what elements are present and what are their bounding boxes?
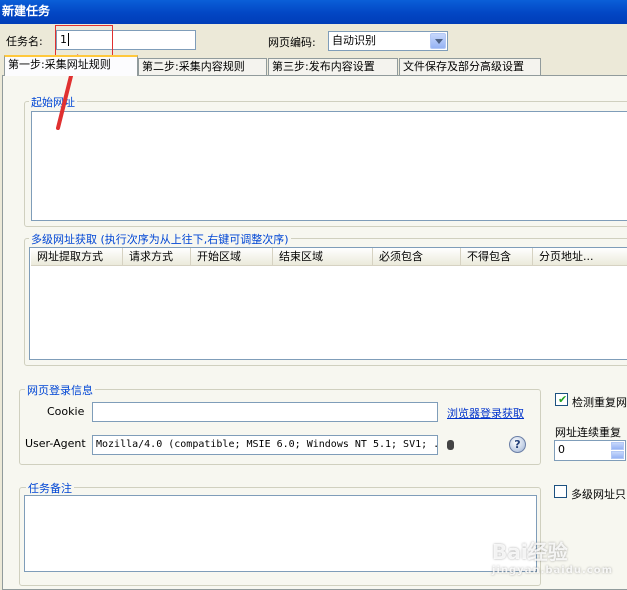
cookie-label: Cookie — [47, 405, 85, 418]
column-header-label: 不得包含 — [467, 250, 511, 263]
tab-step2-label: 第二步:采集内容规则 — [142, 60, 245, 73]
window-title: 新建任务 — [2, 4, 51, 18]
multi-level-title: 多级网址获取 (执行次序为从上往下,右键可调整次序) — [29, 231, 291, 247]
consecutive-value: 0 — [558, 443, 565, 456]
chevron-down-icon[interactable] — [430, 33, 446, 49]
consecutive-stepper[interactable]: 0 — [554, 440, 626, 461]
multi-level-only-label: 多级网址只 — [571, 488, 626, 501]
help-icon[interactable]: ? — [509, 436, 526, 453]
watermark-subtext: jingyan.baidu.com — [492, 565, 613, 576]
encoding-select[interactable]: 自动识别 — [328, 31, 448, 51]
watermark-logo: Bai经验 jingyan.baidu.com — [492, 536, 613, 576]
tab-step1-label: 第一步:采集网址规则 — [8, 58, 111, 71]
useragent-input[interactable]: Mozilla/4.0 (compatible; MSIE 6.0; Windo… — [92, 435, 438, 455]
column-header-label: 请求方式 — [129, 250, 173, 263]
useragent-picker-icon[interactable] — [447, 440, 454, 450]
column-header[interactable]: 分页地址... — [533, 248, 627, 265]
column-header-label: 结束区域 — [279, 250, 323, 263]
column-header-label: 分页地址... — [539, 250, 594, 263]
column-header[interactable]: 结束区域 — [273, 248, 373, 265]
column-header[interactable]: 开始区域 — [191, 248, 273, 265]
notes-textarea[interactable] — [24, 495, 537, 572]
encoding-label: 网页编码: — [268, 36, 316, 49]
start-urls-list[interactable] — [31, 111, 627, 221]
cookie-input[interactable] — [92, 402, 438, 422]
window-titlebar: 新建任务 — [0, 0, 627, 24]
useragent-label: User-Agent — [25, 437, 86, 450]
login-title: 网页登录信息 — [25, 382, 95, 398]
tab-advanced[interactable]: 文件保存及部分高级设置 — [399, 58, 541, 75]
tab-step2[interactable]: 第二步:采集内容规则 — [138, 58, 267, 75]
notes-title: 任务备注 — [26, 480, 74, 496]
encoding-value: 自动识别 — [332, 34, 376, 47]
task-name-label: 任务名: — [6, 35, 43, 48]
column-header-label: 开始区域 — [197, 250, 241, 263]
column-header-label: 必须包含 — [379, 250, 423, 263]
tab-advanced-label: 文件保存及部分高级设置 — [403, 60, 524, 73]
useragent-value: Mozilla/4.0 (compatible; MSIE 6.0; Windo… — [96, 439, 438, 450]
column-header-label: 网址提取方式 — [37, 250, 103, 263]
column-header[interactable]: 不得包含 — [461, 248, 533, 265]
tab-step3[interactable]: 第三步:发布内容设置 — [268, 58, 398, 75]
consecutive-label: 网址连续重复 — [555, 426, 621, 439]
column-header[interactable]: 必须包含 — [373, 248, 461, 265]
tab-step3-label: 第三步:发布内容设置 — [272, 60, 375, 73]
multi-level-header: 网址提取方式 请求方式 开始区域 结束区域 必须包含 不得包含 分页地址... — [31, 248, 627, 266]
watermark-text: Bai经验 — [492, 540, 568, 564]
stepper-up-icon[interactable] — [611, 442, 624, 450]
browser-login-link[interactable]: 浏览器登录获取 — [447, 405, 524, 421]
checkmark-icon: ✔ — [558, 393, 568, 406]
tab-step1[interactable]: 第一步:采集网址规则 — [4, 55, 138, 76]
check-duplicate-label: 检测重复网 — [572, 396, 627, 409]
check-duplicate-checkbox[interactable]: ✔ — [555, 393, 568, 406]
multi-level-only-checkbox[interactable] — [554, 485, 567, 498]
column-header[interactable]: 请求方式 — [123, 248, 191, 265]
column-header[interactable]: 网址提取方式 — [31, 248, 123, 265]
stepper-down-icon[interactable] — [611, 451, 624, 459]
